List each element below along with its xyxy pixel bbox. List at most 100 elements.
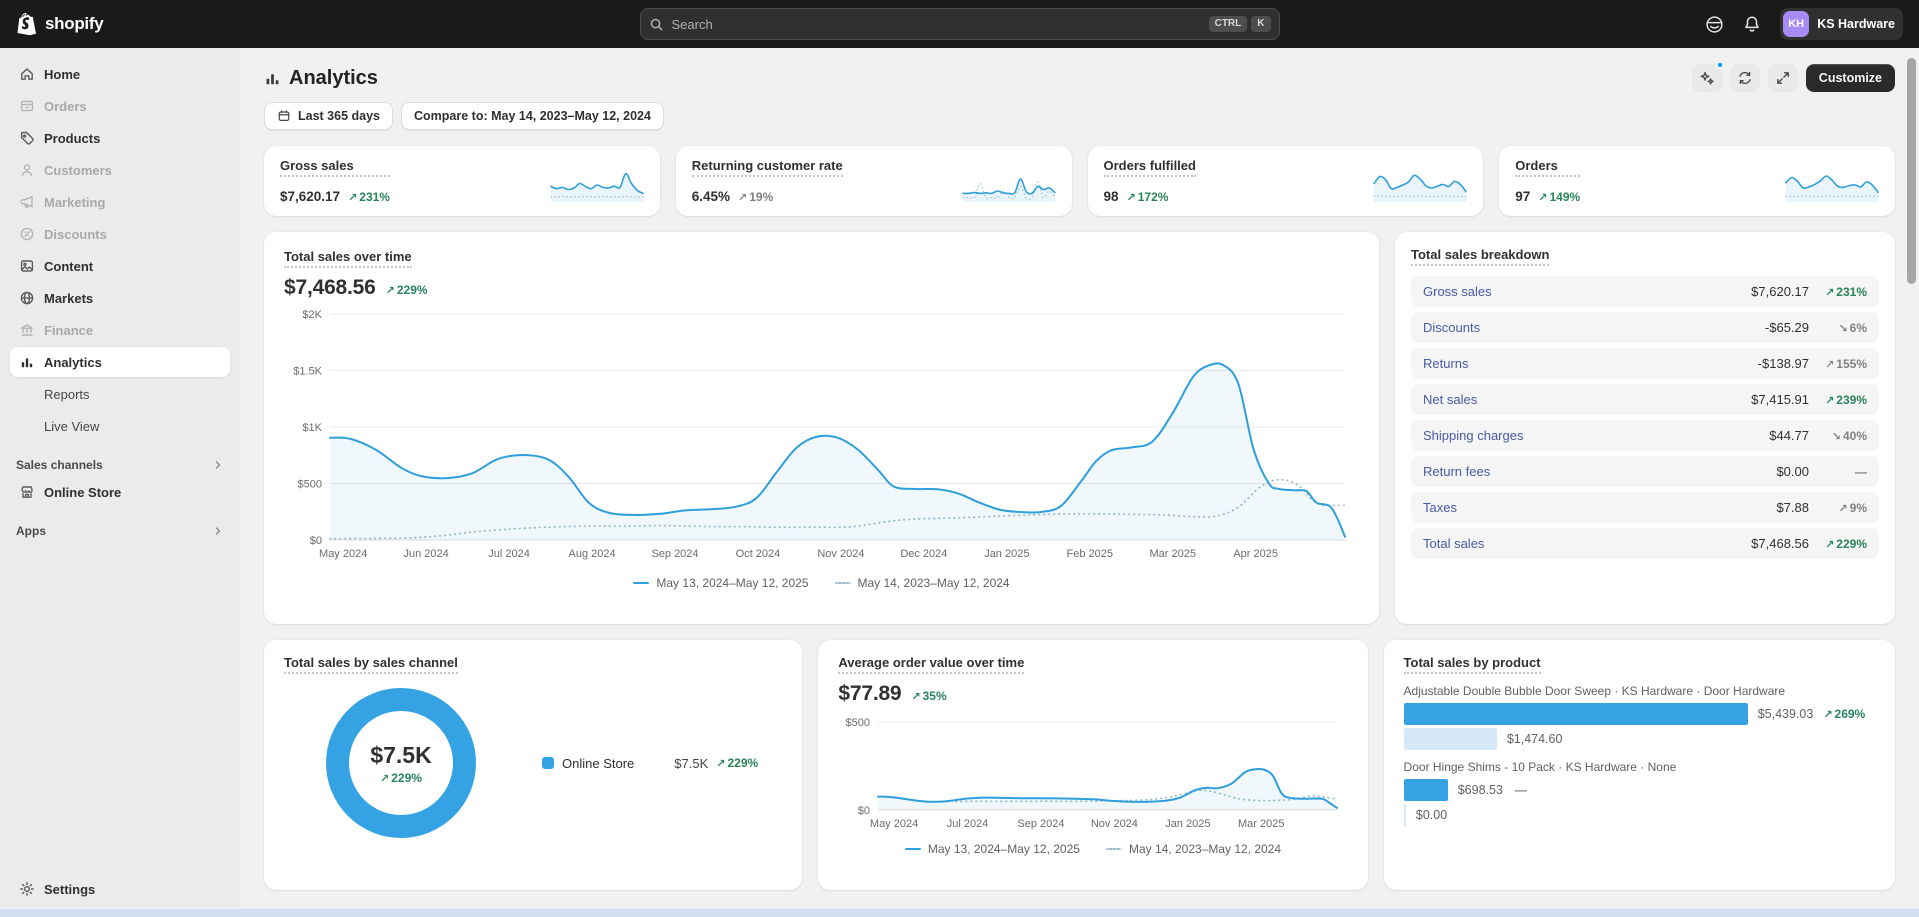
donut-chart: $7.5K ↗229% bbox=[326, 688, 476, 838]
sidebar-item-home[interactable]: Home bbox=[10, 59, 230, 89]
sidebar-item-online-store[interactable]: Online Store bbox=[10, 477, 230, 507]
svg-text:$1K: $1K bbox=[302, 422, 322, 434]
sidebar-item-discounts[interactable]: Discounts bbox=[10, 219, 230, 249]
svg-text:Jul 2024: Jul 2024 bbox=[488, 548, 530, 560]
sidebar-item-products[interactable]: Products bbox=[10, 123, 230, 153]
breakdown-row: Total sales$7,468.56↗229% bbox=[1411, 528, 1879, 559]
scrollbar-thumb[interactable] bbox=[1907, 58, 1916, 284]
breakdown-link[interactable]: Shipping charges bbox=[1423, 428, 1523, 443]
svg-text:Apr 2025: Apr 2025 bbox=[1233, 548, 1278, 560]
customers-icon bbox=[18, 162, 35, 179]
metric-card-orders-fulfilled[interactable]: Orders fulfilled 98 ↗172% bbox=[1088, 146, 1484, 216]
sidebar-item-live-view[interactable]: Live View bbox=[10, 411, 230, 441]
total-sales-delta: ↗229% bbox=[386, 283, 428, 297]
total-sales-line-chart: $2K$1.5K$1K$500$0May 2024Jun 2024Jul 202… bbox=[284, 306, 1359, 562]
discounts-icon bbox=[18, 226, 35, 243]
sidebar-item-content[interactable]: Content bbox=[10, 251, 230, 281]
product-bar-current[interactable] bbox=[1404, 779, 1448, 801]
aov-value: $77.89 bbox=[838, 682, 901, 706]
sidekick-icon bbox=[1705, 15, 1724, 34]
aov-line-chart: $500$0May 2024Jul 2024Sep 2024Nov 2024Ja… bbox=[838, 714, 1347, 832]
svg-text:Jun 2024: Jun 2024 bbox=[404, 548, 449, 560]
breakdown-row: Shipping charges$44.77↘40% bbox=[1411, 420, 1879, 451]
page-title: Analytics bbox=[264, 67, 378, 90]
breakdown-link[interactable]: Net sales bbox=[1423, 392, 1477, 407]
breakdown-link[interactable]: Taxes bbox=[1423, 500, 1457, 515]
svg-text:Nov 2024: Nov 2024 bbox=[1091, 818, 1138, 830]
svg-text:Sep 2024: Sep 2024 bbox=[1018, 818, 1065, 830]
metric-title: Returning customer rate bbox=[692, 158, 843, 177]
donut-center-value: $7.5K bbox=[370, 742, 431, 769]
breakdown-row: Discounts-$65.29↘6% bbox=[1411, 312, 1879, 343]
svg-text:Oct 2024: Oct 2024 bbox=[736, 548, 781, 560]
sidekick-button[interactable] bbox=[1698, 8, 1730, 40]
sidebar-item-markets[interactable]: Markets bbox=[10, 283, 230, 313]
breakdown-link[interactable]: Return fees bbox=[1423, 464, 1490, 479]
avatar: KH bbox=[1783, 11, 1809, 37]
chart-legend: May 13, 2024–May 12, 2025 May 14, 2023–M… bbox=[284, 576, 1359, 590]
breakdown-link[interactable]: Discounts bbox=[1423, 320, 1480, 335]
metric-card-orders[interactable]: Orders 97 ↗149% bbox=[1499, 146, 1895, 216]
product-bar-current[interactable] bbox=[1404, 703, 1748, 725]
product-group: Door Hinge Shims - 10 Pack · KS Hardware… bbox=[1404, 760, 1875, 826]
chart-title: Total sales by product bbox=[1404, 655, 1541, 674]
sidebar-item-finance[interactable]: Finance bbox=[10, 315, 230, 345]
product-label: Adjustable Double Bubble Door Sweep · KS… bbox=[1404, 684, 1875, 698]
metric-delta: ↗172% bbox=[1127, 190, 1169, 204]
sidebar-item-customers[interactable]: Customers bbox=[10, 155, 230, 185]
chart-title: Average order value over time bbox=[838, 655, 1024, 674]
sparkline-chart bbox=[1373, 166, 1467, 204]
compare-range-button[interactable]: Compare to: May 14, 2023–May 12, 2024 bbox=[401, 102, 664, 130]
metric-title: Gross sales bbox=[280, 158, 390, 177]
online-store-swatch bbox=[542, 757, 554, 769]
sidebar-section-apps[interactable]: Apps bbox=[16, 524, 224, 538]
svg-text:Dec 2024: Dec 2024 bbox=[900, 548, 947, 560]
sidebar-section-sales-channels[interactable]: Sales channels bbox=[16, 458, 224, 472]
store-account-menu[interactable]: KH KS Hardware bbox=[1780, 8, 1903, 40]
metric-card-returning-customer-rate[interactable]: Returning customer rate 6.45% ↗19% bbox=[676, 146, 1072, 216]
current-period-swatch bbox=[633, 582, 649, 584]
breakdown-link[interactable]: Returns bbox=[1423, 356, 1469, 371]
sidebar-item-reports[interactable]: Reports bbox=[10, 379, 230, 409]
current-period-swatch bbox=[905, 848, 921, 850]
svg-text:$0: $0 bbox=[310, 535, 322, 547]
sidebar-item-settings[interactable]: Settings bbox=[10, 874, 230, 904]
breakdown-link[interactable]: Total sales bbox=[1423, 536, 1484, 551]
svg-text:Jan 2025: Jan 2025 bbox=[984, 548, 1029, 560]
date-range-button[interactable]: Last 365 days bbox=[264, 102, 393, 130]
shopify-logo[interactable]: shopify bbox=[16, 12, 640, 36]
orders-icon bbox=[18, 98, 35, 115]
sidebar-item-orders[interactable]: Orders bbox=[10, 91, 230, 121]
search-input[interactable] bbox=[672, 17, 1201, 32]
analytics-icon bbox=[264, 70, 281, 87]
global-search[interactable]: CTRL K bbox=[640, 8, 1280, 40]
metric-card-gross-sales[interactable]: Gross sales $7,620.17 ↗231% bbox=[264, 146, 660, 216]
product-bar-previous[interactable] bbox=[1404, 804, 1406, 826]
svg-text:$0: $0 bbox=[858, 805, 870, 817]
refresh-cycle-icon bbox=[1737, 70, 1753, 86]
insights-ai-button[interactable] bbox=[1692, 64, 1722, 92]
chart-title: Total sales over time bbox=[284, 249, 412, 268]
chart-title: Total sales by sales channel bbox=[284, 655, 458, 674]
home-icon bbox=[18, 66, 35, 83]
notifications-button[interactable] bbox=[1736, 8, 1768, 40]
online-store-icon bbox=[18, 484, 35, 501]
search-shortcut: CTRL K bbox=[1209, 16, 1271, 32]
expand-fullscreen-button[interactable] bbox=[1768, 64, 1798, 92]
refresh-cycle-button[interactable] bbox=[1730, 64, 1760, 92]
svg-text:Nov 2024: Nov 2024 bbox=[817, 548, 864, 560]
svg-text:Sep 2024: Sep 2024 bbox=[651, 548, 698, 560]
sidebar-item-analytics[interactable]: Analytics bbox=[10, 347, 230, 377]
products-icon bbox=[18, 130, 35, 147]
calendar-icon bbox=[277, 109, 291, 123]
bell-icon bbox=[1743, 15, 1761, 33]
sidebar-item-marketing[interactable]: Marketing bbox=[10, 187, 230, 217]
product-bar-previous[interactable] bbox=[1404, 728, 1497, 750]
breakdown-title: Total sales breakdown bbox=[1411, 247, 1549, 266]
customize-button[interactable]: Customize bbox=[1806, 64, 1895, 92]
svg-text:May 2024: May 2024 bbox=[319, 548, 367, 560]
notification-dot bbox=[1716, 61, 1724, 69]
breakdown-link[interactable]: Gross sales bbox=[1423, 284, 1492, 299]
breakdown-row: Returns-$138.97↗155% bbox=[1411, 348, 1879, 379]
svg-text:Aug 2024: Aug 2024 bbox=[568, 548, 615, 560]
